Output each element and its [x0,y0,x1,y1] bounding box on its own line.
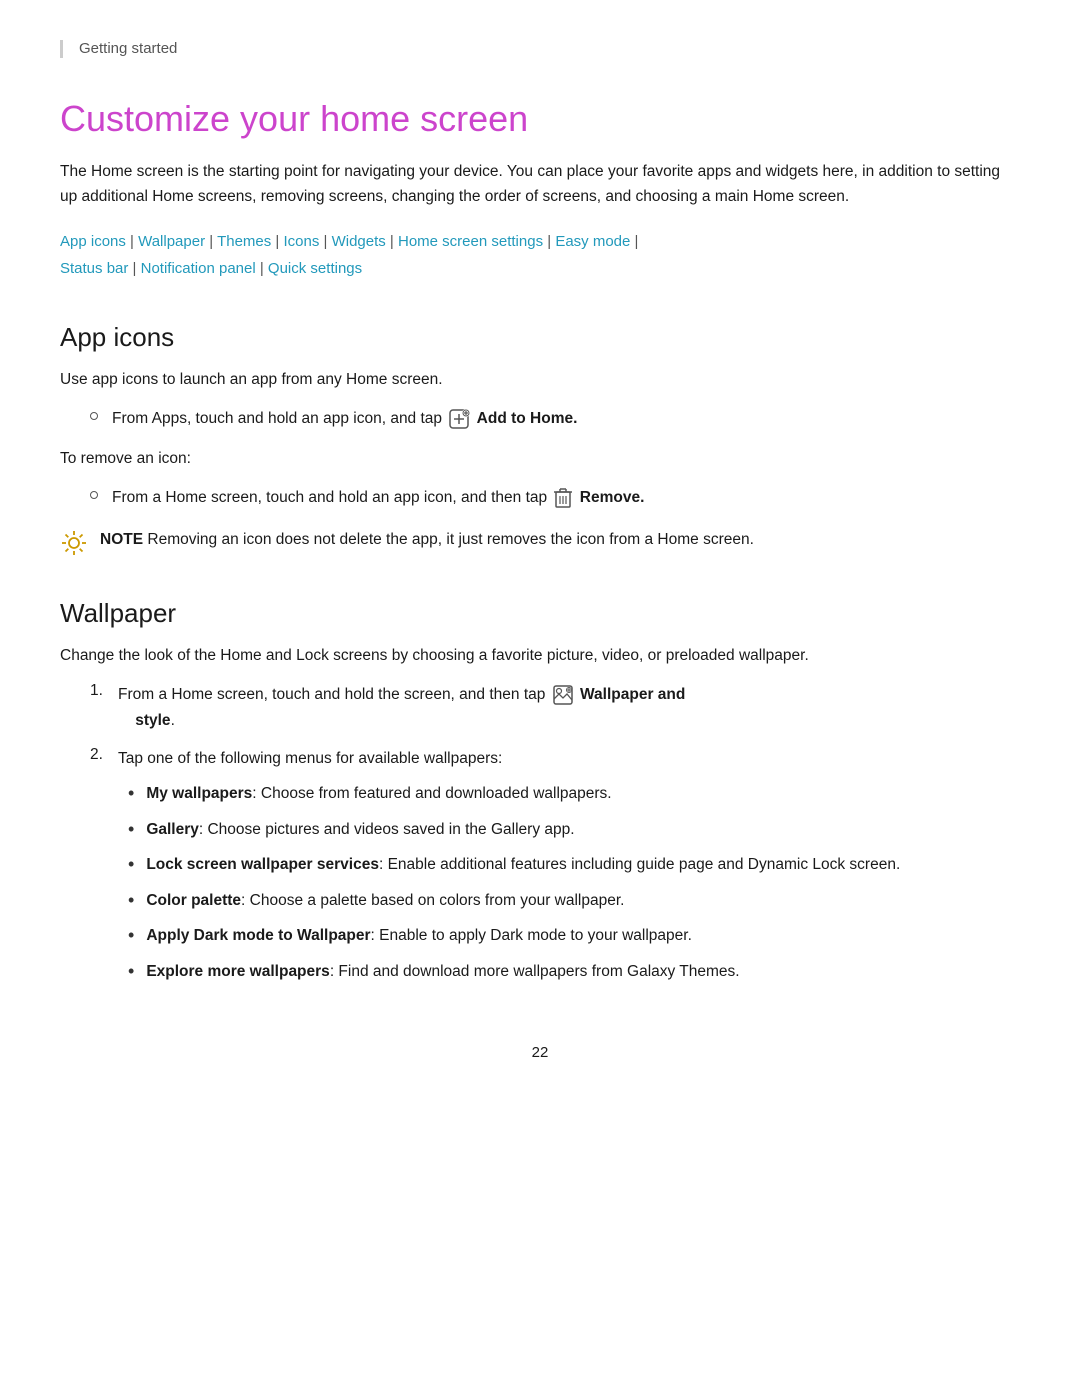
app-icons-section-title: App icons [60,322,1020,353]
page-title: Customize your home screen [60,98,1020,140]
wallpaper-intro: Change the look of the Home and Lock scr… [60,643,1020,669]
sub-bullet-dot-4: • [128,888,134,913]
step-2-number: 2. [90,746,118,764]
step-2-text: Tap one of the following menus for avail… [118,746,900,995]
wallpaper-step-1: 1. From a Home screen, touch and hold th… [90,682,1020,733]
sub-bullet-dark-mode: • Apply Dark mode to Wallpaper: Enable t… [128,923,900,949]
bullet-circle-icon-2 [90,491,98,499]
note-sun-icon [60,529,88,562]
add-to-home-icon [448,408,470,430]
nav-link-home-screen-settings[interactable]: Home screen settings [398,233,543,250]
sub-bullet-explore-wallpapers: • Explore more wallpapers: Find and down… [128,959,900,985]
bullet-add-to-home-text: From Apps, touch and hold an app icon, a… [112,406,577,432]
nav-link-status-bar[interactable]: Status bar [60,260,128,277]
step-1-number: 1. [90,682,118,700]
sub-bullet-color-palette: • Color palette: Choose a palette based … [128,888,900,914]
wallpaper-steps: 1. From a Home screen, touch and hold th… [60,682,1020,994]
bullet-remove: From a Home screen, touch and hold an ap… [60,485,1020,511]
nav-link-easy-mode[interactable]: Easy mode [555,233,630,250]
sub-bullet-my-wallpapers: • My wallpapers: Choose from featured an… [128,781,900,807]
wallpaper-style-icon [552,684,574,706]
sub-bullet-dark-mode-text: Apply Dark mode to Wallpaper: Enable to … [146,923,692,949]
sub-bullet-my-wallpapers-text: My wallpapers: Choose from featured and … [146,781,611,807]
wallpaper-section-title: Wallpaper [60,598,1020,629]
nav-link-icons[interactable]: Icons [283,233,319,250]
breadcrumb-container: Getting started [60,40,1020,58]
sub-bullet-color-palette-text: Color palette: Choose a palette based on… [146,888,624,914]
nav-link-wallpaper[interactable]: Wallpaper [138,233,205,250]
intro-paragraph: The Home screen is the starting point fo… [60,160,1020,210]
nav-link-themes[interactable]: Themes [217,233,271,250]
page-number: 22 [60,1044,1020,1061]
wallpaper-step-2: 2. Tap one of the following menus for av… [90,746,1020,995]
wallpaper-sub-bullets: • My wallpapers: Choose from featured an… [118,781,900,984]
sub-bullet-dot-3: • [128,852,134,877]
sub-bullet-dot-5: • [128,923,134,948]
sub-bullet-dot-6: • [128,959,134,984]
nav-links-container: App icons | Wallpaper | Themes | Icons |… [60,228,1020,282]
nav-link-notification-panel[interactable]: Notification panel [141,260,256,277]
nav-link-widgets[interactable]: Widgets [332,233,386,250]
bullet-circle-icon [90,412,98,420]
sub-bullet-dot-1: • [128,781,134,806]
nav-link-app-icons[interactable]: App icons [60,233,126,250]
note-content: NOTE Removing an icon does not delete th… [100,527,754,553]
trash-icon [553,487,573,509]
sub-bullet-dot-2: • [128,817,134,842]
sub-bullet-lock-screen-text: Lock screen wallpaper services: Enable a… [146,852,900,878]
breadcrumb: Getting started [79,40,177,57]
app-icons-intro: Use app icons to launch an app from any … [60,367,1020,393]
sub-bullet-gallery: • Gallery: Choose pictures and videos sa… [128,817,900,843]
sub-bullet-explore-wallpapers-text: Explore more wallpapers: Find and downlo… [146,959,739,985]
note-box: NOTE Removing an icon does not delete th… [60,527,1020,562]
sub-bullet-lock-screen: • Lock screen wallpaper services: Enable… [128,852,900,878]
bullet-add-to-home: From Apps, touch and hold an app icon, a… [60,406,1020,432]
sub-bullet-gallery-text: Gallery: Choose pictures and videos save… [146,817,574,843]
nav-link-quick-settings[interactable]: Quick settings [268,260,362,277]
step-1-text: From a Home screen, touch and hold the s… [118,682,685,733]
bullet-remove-text: From a Home screen, touch and hold an ap… [112,485,644,511]
remove-icon-label: To remove an icon: [60,446,1020,472]
